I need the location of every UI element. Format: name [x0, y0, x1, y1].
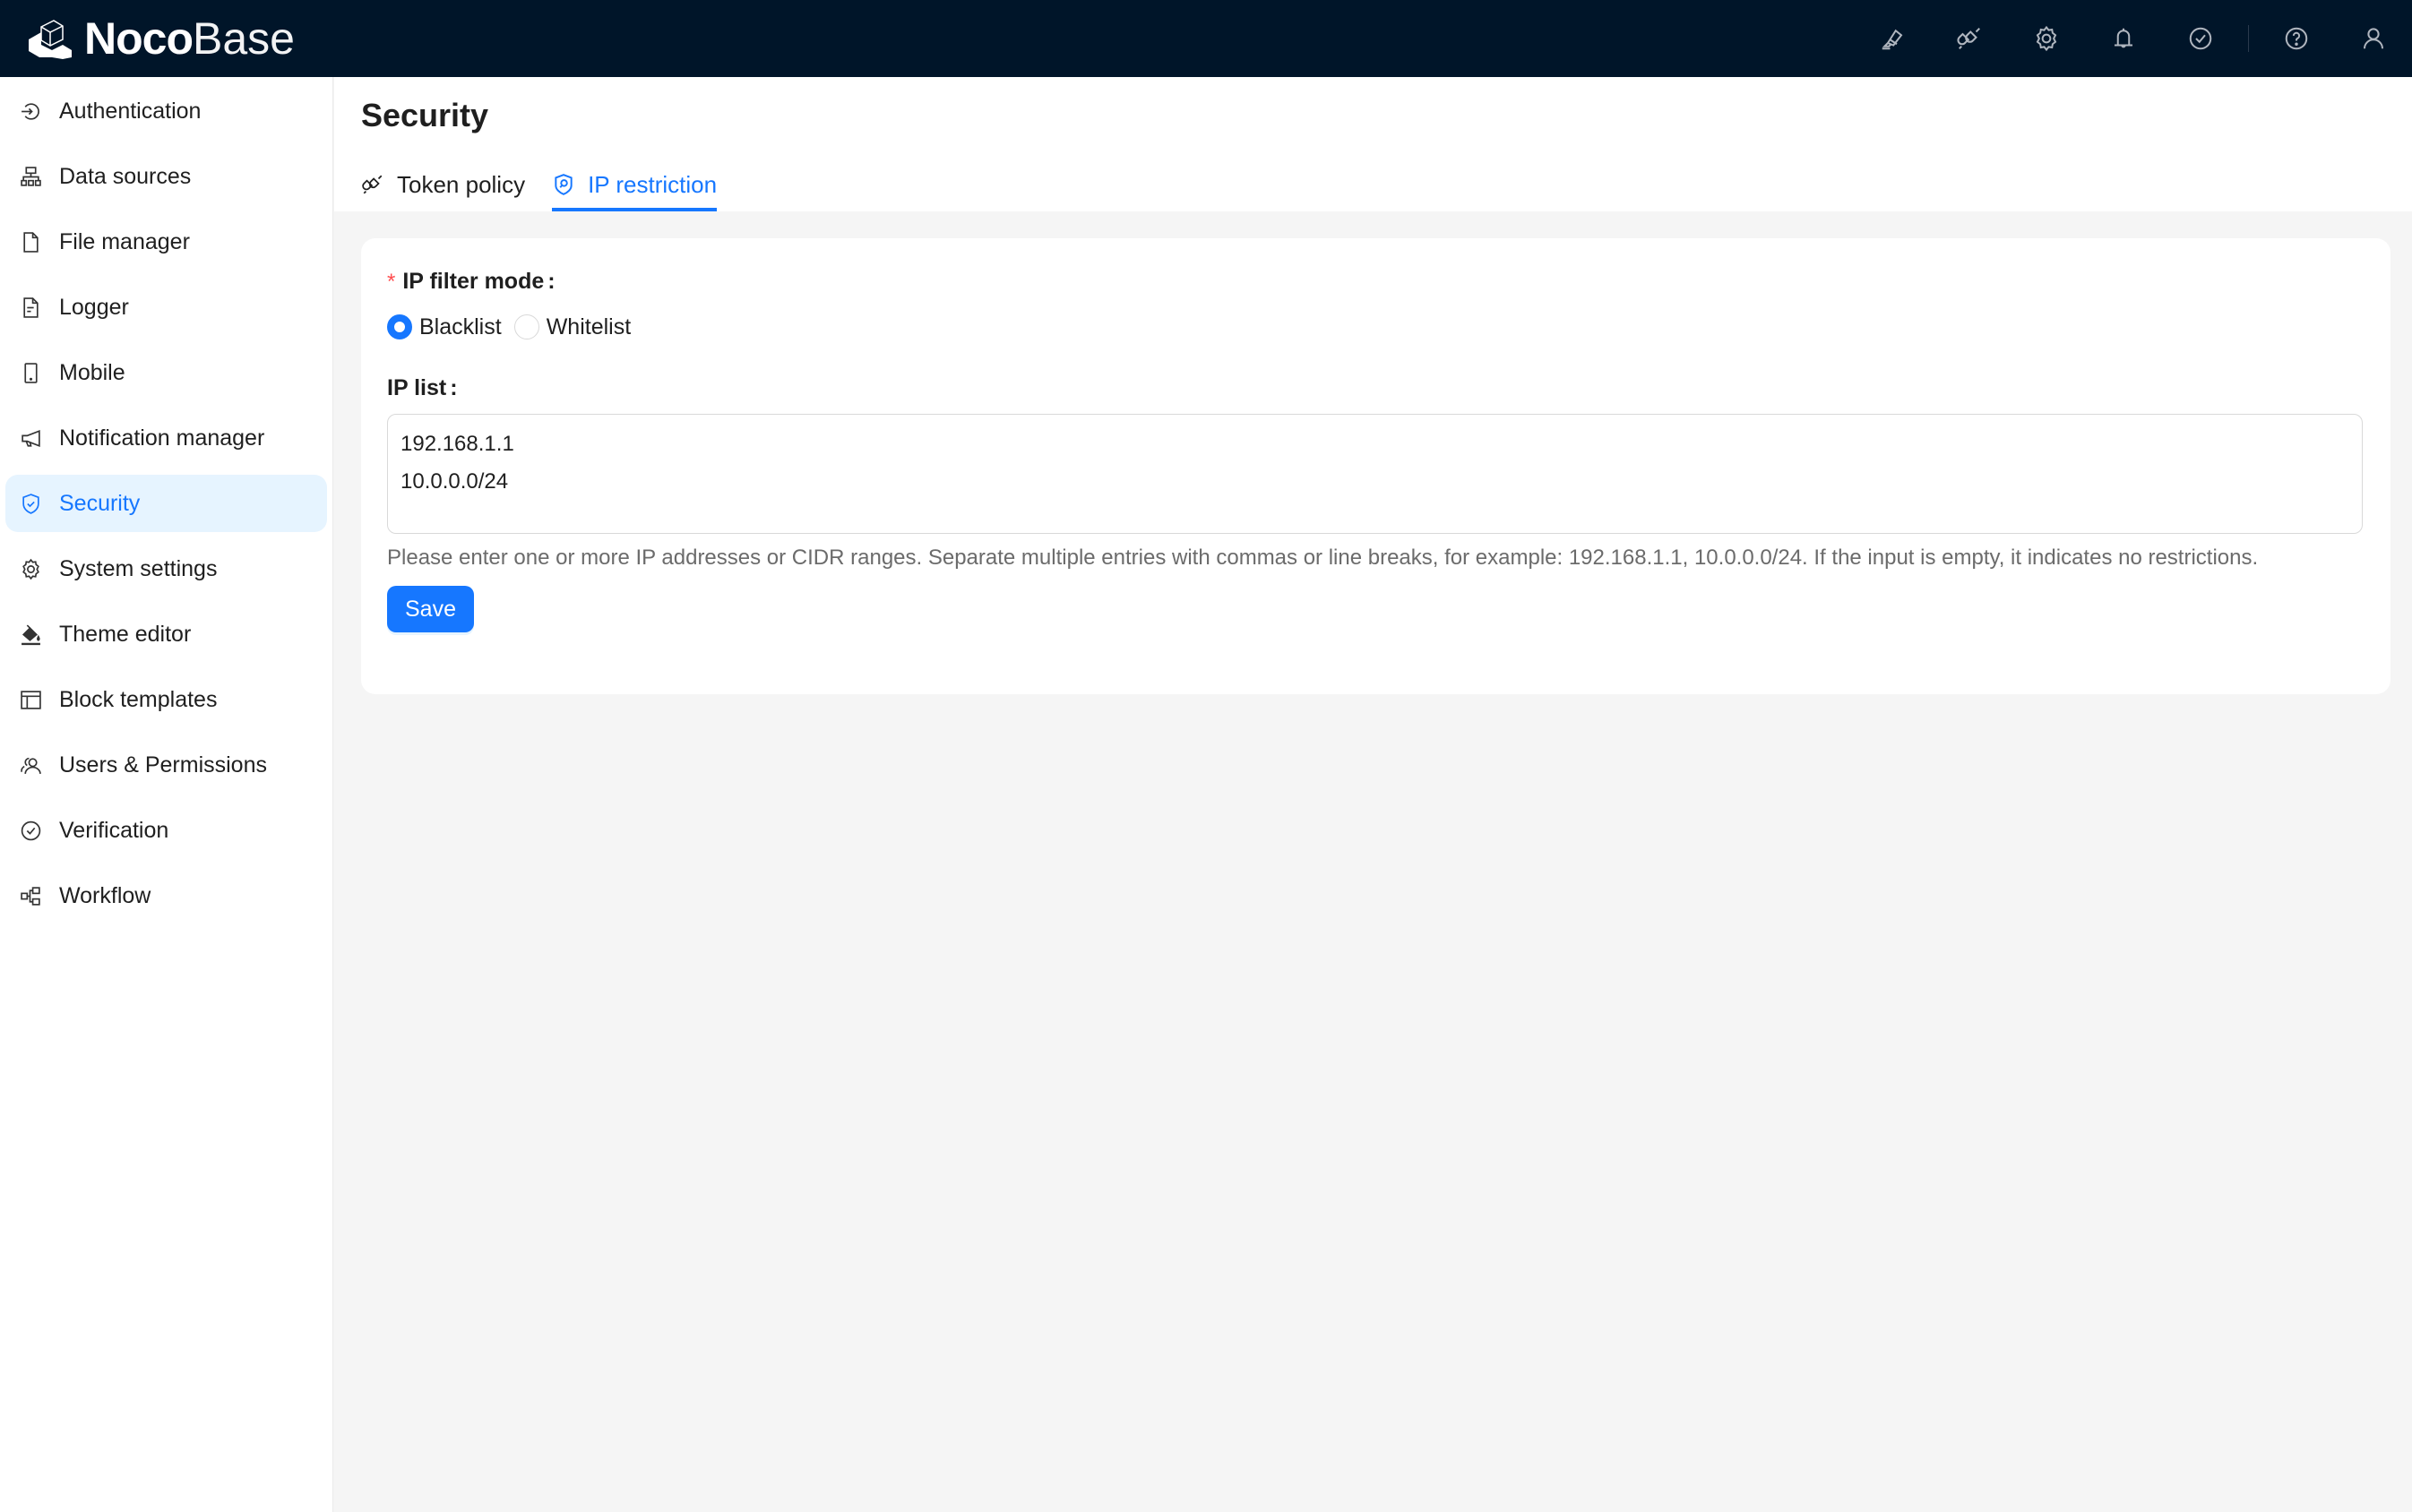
sidebar-item-label: Logger	[59, 294, 129, 320]
safety-icon	[18, 491, 43, 516]
ip-restriction-card: * IP filter mode : Blacklist Whitelist I…	[361, 238, 2390, 694]
radio-label: Blacklist	[419, 314, 502, 339]
divider	[2248, 25, 2249, 52]
setting-icon	[18, 556, 43, 581]
user-icon[interactable]	[2335, 0, 2412, 77]
ip-list-textarea[interactable]	[387, 414, 2363, 534]
sidebar-item-block-templates[interactable]: Block templates	[5, 671, 327, 728]
tab-ip-restriction[interactable]: IP restriction	[552, 158, 718, 211]
login-icon	[18, 99, 43, 124]
tab-label: Token policy	[397, 170, 526, 198]
sidebar-item-label: Mobile	[59, 359, 125, 385]
shield-search-icon	[552, 172, 577, 197]
radio-unchecked-indicator[interactable]	[513, 314, 539, 339]
sidebar-item-authentication[interactable]: Authentication	[5, 82, 327, 140]
brand-name-light: Base	[193, 13, 295, 64]
sidebar-item-users-permissions[interactable]: Users & Permissions	[5, 736, 327, 794]
sidebar-item-label: Block templates	[59, 686, 218, 712]
settings-sidebar: Authentication Data sources File manager…	[0, 77, 333, 1512]
ip-list-help-text: Please enter one or more IP addresses or…	[387, 546, 2259, 570]
mobile-icon	[18, 360, 43, 385]
label-colon: :	[450, 375, 458, 400]
ip-filter-mode-label: * IP filter mode :	[387, 269, 2365, 295]
sidebar-item-security[interactable]: Security	[5, 475, 327, 532]
plugin-plug-icon[interactable]	[1931, 0, 2008, 77]
sidebar-item-verification[interactable]: Verification	[5, 802, 327, 859]
label-colon: :	[547, 269, 556, 294]
field-label-text: IP filter mode	[402, 269, 545, 294]
sidebar-item-data-sources[interactable]: Data sources	[5, 148, 327, 205]
sidebar-item-mobile[interactable]: Mobile	[5, 344, 327, 401]
tab-label: IP restriction	[588, 170, 718, 198]
sidebar-item-label: Users & Permissions	[59, 752, 267, 777]
sidebar-item-label: File manager	[59, 228, 190, 254]
sidebar-item-label: Security	[59, 490, 141, 516]
api-plug-icon	[361, 172, 386, 197]
sidebar-item-label: Verification	[59, 817, 169, 843]
help-icon[interactable]	[2258, 0, 2335, 77]
cluster-icon	[18, 164, 43, 189]
page-title: Security	[361, 97, 489, 133]
field-label-text: IP list	[387, 375, 447, 400]
sidebar-item-label: Authentication	[59, 98, 202, 124]
save-button[interactable]: Save	[387, 586, 474, 632]
radio-checked-indicator[interactable]	[387, 314, 412, 339]
sidebar-item-label: Notification manager	[59, 425, 265, 451]
sidebar-item-file-manager[interactable]: File manager	[5, 213, 327, 271]
file-icon	[18, 229, 43, 254]
notification-bell-icon[interactable]	[2085, 0, 2162, 77]
layout-icon	[18, 687, 43, 712]
brand-name-bold: Noco	[84, 13, 194, 64]
top-navbar: Noco Base	[0, 0, 2412, 77]
theme-brush-icon[interactable]	[1854, 0, 1931, 77]
check-circle-icon	[18, 818, 43, 843]
sidebar-item-notification-manager[interactable]: Notification manager	[5, 409, 327, 467]
ip-list-label: IP list :	[387, 375, 2365, 401]
radio-blacklist[interactable]: Blacklist	[387, 314, 502, 340]
sidebar-item-workflow[interactable]: Workflow	[5, 867, 327, 924]
required-mark: *	[387, 269, 396, 294]
tabs: Token policy IP restriction	[361, 158, 744, 211]
file-text-icon	[18, 295, 43, 320]
ip-filter-mode-radio-group: Blacklist Whitelist	[387, 311, 2365, 343]
sidebar-item-theme-editor[interactable]: Theme editor	[5, 606, 327, 663]
page-header: Security Token policy IP restriction	[334, 77, 2412, 211]
megaphone-icon	[18, 425, 43, 451]
sidebar-item-label: Data sources	[59, 163, 192, 189]
radio-whitelist[interactable]: Whitelist	[513, 314, 632, 340]
bg-colors-icon	[18, 622, 43, 647]
sidebar-item-system-settings[interactable]: System settings	[5, 540, 327, 597]
tab-token-policy[interactable]: Token policy	[361, 158, 525, 211]
team-icon	[18, 752, 43, 777]
top-actions	[1854, 0, 2412, 77]
sidebar-item-logger[interactable]: Logger	[5, 279, 327, 336]
radio-label: Whitelist	[546, 314, 632, 339]
tasks-check-icon[interactable]	[2162, 0, 2239, 77]
partition-icon	[18, 883, 43, 908]
sidebar-item-label: Workflow	[59, 882, 151, 908]
sidebar-item-label: System settings	[59, 555, 218, 581]
settings-gear-icon[interactable]	[2008, 0, 2085, 77]
sidebar-item-label: Theme editor	[59, 621, 192, 647]
logo[interactable]: Noco Base	[25, 0, 295, 77]
nocobase-logo-icon	[29, 20, 72, 59]
